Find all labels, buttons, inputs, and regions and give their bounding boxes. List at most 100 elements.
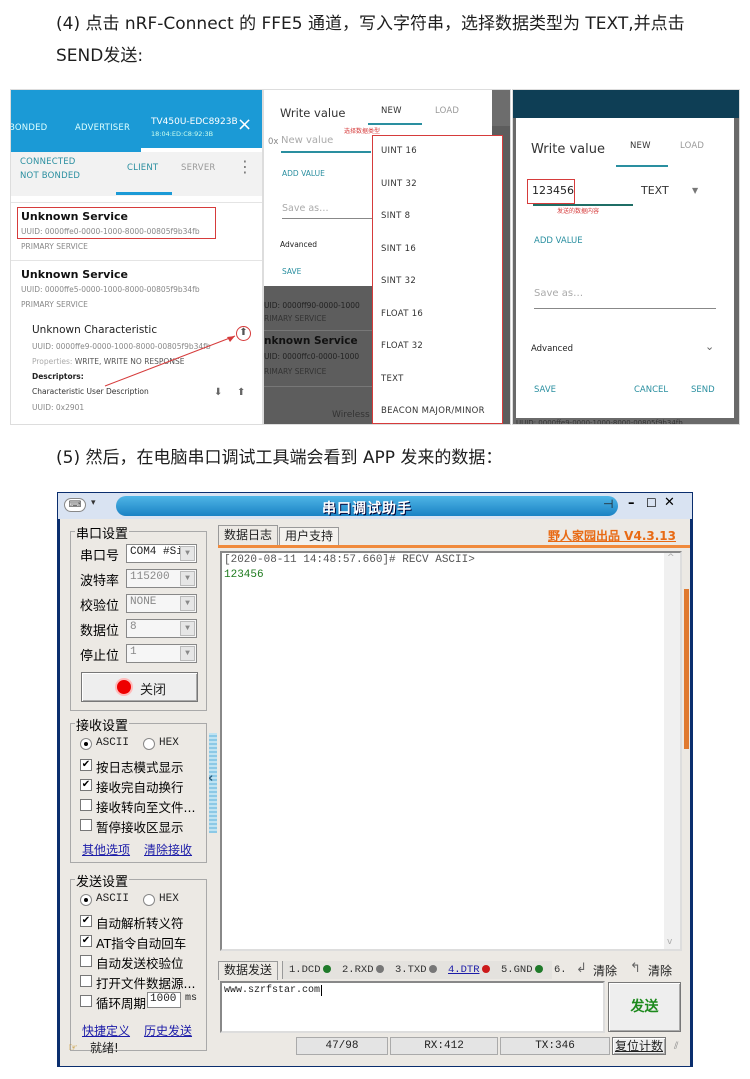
send-button[interactable]: 发送 (608, 982, 681, 1032)
service-name[interactable]: Unknown Service (21, 268, 128, 281)
type-option[interactable]: SINT 8 (381, 211, 410, 221)
tab-new[interactable]: NEW (630, 141, 651, 151)
tab-user-support[interactable]: 用户支持 (279, 527, 339, 545)
advanced-toggle[interactable]: Advanced (531, 344, 573, 354)
tab-data-send[interactable]: 数据发送 (218, 961, 278, 980)
send-history-link[interactable]: 历史发送 (144, 1022, 192, 1039)
checkbox-label: 自动解析转义符 (96, 916, 184, 931)
cancel-button[interactable]: CANCEL (634, 385, 668, 395)
value-input[interactable]: 123456 (532, 184, 574, 197)
minimize-button[interactable]: – (628, 496, 635, 511)
panel-splitter[interactable]: ‹ (208, 733, 217, 833)
checkbox[interactable] (80, 819, 92, 831)
tab-load[interactable]: LOAD (680, 141, 704, 151)
clear-receive-link[interactable]: 清除接收 (144, 841, 192, 858)
write-descriptor-icon[interactable]: ⬆ (237, 387, 245, 398)
more-icon[interactable]: ⋮ (237, 157, 253, 176)
type-option[interactable]: BEACON MAJOR/MINOR (381, 406, 485, 416)
close-icon[interactable]: × (237, 114, 252, 135)
type-option[interactable]: TEXT (381, 374, 404, 384)
service-name[interactable]: Unknown Service (21, 210, 128, 223)
add-value-button[interactable]: ADD VALUE (534, 236, 583, 246)
open-close-button[interactable]: 关闭 (81, 672, 198, 702)
data-bits-select[interactable]: 8 ▼ (126, 619, 197, 638)
period-input[interactable]: 1000 (147, 992, 181, 1008)
advanced-toggle[interactable]: Advanced (280, 240, 317, 249)
checkbox[interactable]: ✔ (80, 915, 92, 927)
receive-settings-group: 接收设置 ASCII HEX ✔ 按日志模式显示 ✔ 接收完自动换行 接收转向至文件..… (70, 715, 207, 863)
save-as-input[interactable]: Save as… (282, 203, 329, 214)
log-data: 123456 (224, 569, 264, 581)
tab-bonded[interactable]: BONDED (11, 123, 47, 133)
tab-advertiser[interactable]: ADVERTISER (75, 123, 130, 133)
maximize-button[interactable]: ☐ (646, 496, 657, 510)
tab-new[interactable]: NEW (381, 106, 402, 116)
rx-counter: RX:412 (390, 1037, 498, 1055)
tx-counter: TX:346 (500, 1037, 610, 1055)
checkbox[interactable] (80, 799, 92, 811)
descriptor-uuid: UUID: 0x2901 (32, 403, 85, 412)
scroll-up-icon[interactable]: ^ (667, 553, 675, 563)
tab-client[interactable]: CLIENT (127, 163, 158, 173)
send-ascii-radio[interactable] (80, 894, 92, 906)
save-as-input[interactable]: Save as… (534, 288, 583, 299)
type-option[interactable]: SINT 32 (381, 276, 416, 286)
send-input[interactable]: www.szrfstar.com (220, 981, 605, 1033)
reset-count-button[interactable]: 复位计数 (612, 1037, 666, 1055)
write-value-dialog: Write value NEW LOAD 123456 发送的数据内容 TEXT… (516, 118, 734, 418)
checkbox[interactable] (80, 995, 92, 1007)
checkbox-label: 接收转向至文件... (96, 800, 196, 815)
app-menu-icon[interactable]: ⌨ (64, 498, 86, 512)
pin-led-icon (428, 965, 437, 974)
checkbox[interactable]: ✔ (80, 779, 92, 791)
checkbox-label: 自动发送校验位 (96, 956, 184, 971)
stop-bits-select[interactable]: 1 ▼ (126, 644, 197, 663)
close-button[interactable]: ✕ (664, 495, 675, 510)
type-option[interactable]: FLOAT 32 (381, 341, 423, 351)
resize-grip-icon[interactable]: ⫽ (674, 1041, 678, 1052)
baud-select[interactable]: 115200 ▼ (126, 569, 197, 588)
save-button[interactable]: SAVE (282, 267, 301, 276)
type-option[interactable]: UINT 16 (381, 146, 417, 156)
add-value-button[interactable]: ADD VALUE (282, 169, 325, 178)
red-led-icon (117, 680, 131, 694)
chevron-down-icon[interactable]: ⌄ (705, 340, 714, 353)
other-options-link[interactable]: 其他选项 (82, 841, 130, 858)
clear-receive-button[interactable]: 清除 (648, 962, 672, 979)
send-button[interactable]: SEND (691, 385, 715, 395)
pin-icon[interactable]: ⊣ (603, 497, 613, 511)
parity-select[interactable]: NONE ▼ (126, 594, 197, 613)
recv-ascii-radio[interactable] (80, 738, 92, 750)
save-button[interactable]: SAVE (534, 385, 556, 395)
checkbox[interactable]: ✔ (80, 935, 92, 947)
tab-server[interactable]: SERVER (181, 163, 216, 173)
tab-load[interactable]: LOAD (435, 106, 459, 116)
window-scroll-thumb[interactable] (684, 589, 689, 749)
recv-hex-radio[interactable] (143, 738, 155, 750)
pin-indicator[interactable]: 4.DTR (448, 964, 490, 976)
step4-line2: SEND发送: (56, 46, 144, 66)
type-option[interactable]: SINT 16 (381, 244, 416, 254)
clear-send-button[interactable]: 清除 (593, 962, 617, 979)
tab-data-log[interactable]: 数据日志 (218, 525, 278, 545)
shortcut-define-link[interactable]: 快捷定义 (82, 1022, 130, 1039)
port-select[interactable]: COM4 #Si] ▼ (126, 544, 197, 563)
brand-link[interactable]: 野人家园出品 V4.3.13 (548, 527, 676, 544)
type-option[interactable]: FLOAT 16 (381, 309, 423, 319)
send-hex-radio[interactable] (143, 894, 155, 906)
bg-primary: RIMARY SERVICE (264, 314, 327, 323)
dropdown-arrow-icon[interactable]: ▼ (692, 186, 698, 195)
read-descriptor-icon[interactable]: ⬇ (214, 387, 222, 398)
menu-dropdown-icon[interactable]: ▾ (91, 498, 96, 508)
pin-indicator: 2.RXD (342, 964, 384, 976)
checkbox-label: 打开文件数据源... (96, 976, 196, 991)
checkbox[interactable]: ✔ (80, 759, 92, 771)
type-select[interactable]: TEXT (641, 184, 669, 197)
checkbox[interactable] (80, 975, 92, 987)
scroll-down-icon[interactable]: v (667, 937, 672, 947)
new-value-input[interactable]: New value (281, 135, 333, 146)
checkbox[interactable] (80, 955, 92, 967)
type-option[interactable]: UINT 32 (381, 179, 417, 189)
log-scrollbar[interactable]: ^ v (664, 553, 680, 949)
receive-log[interactable]: [2020-08-11 14:48:57.660]# RECV ASCII> 1… (220, 551, 682, 951)
